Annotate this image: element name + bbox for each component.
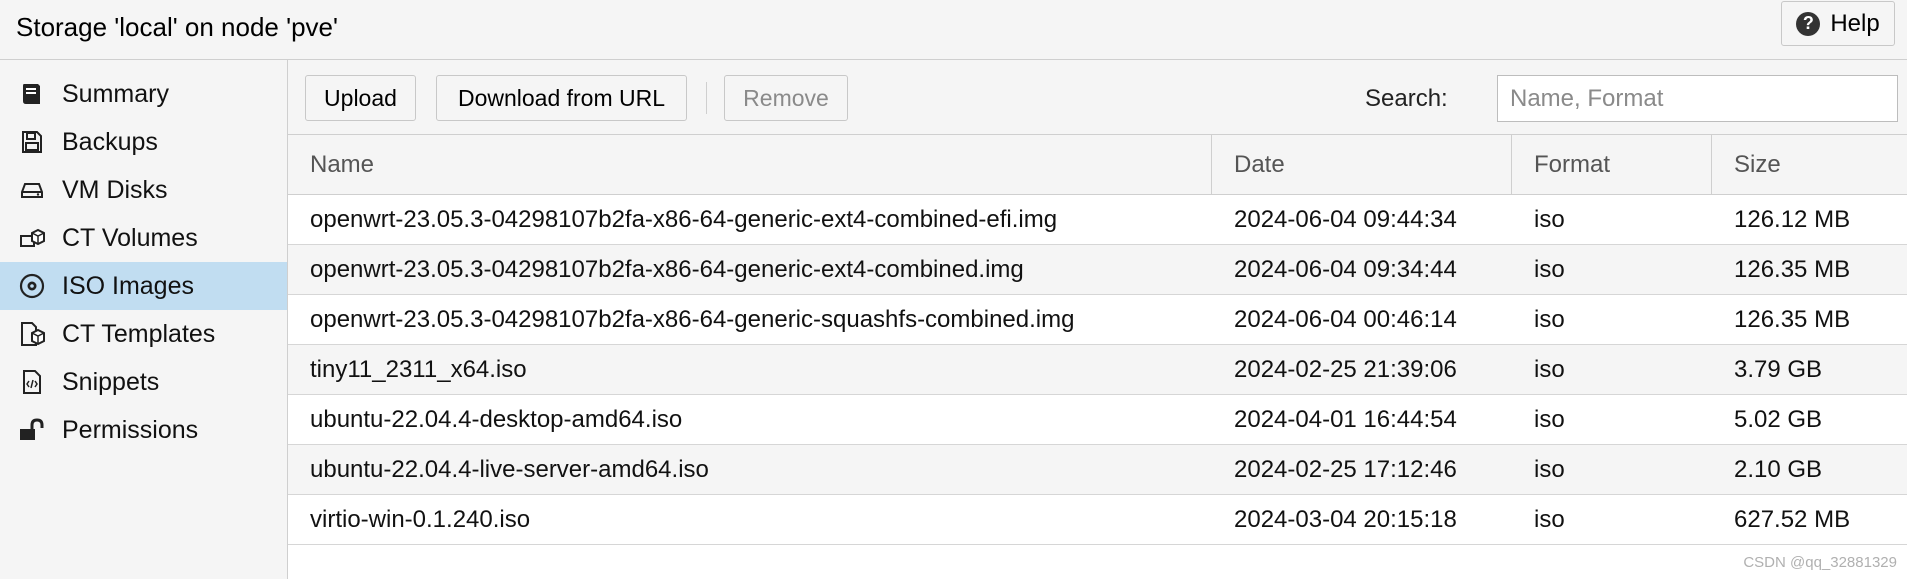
page-header: Storage 'local' on node 'pve' ? Help xyxy=(0,0,1907,60)
column-header-size[interactable]: Size xyxy=(1712,135,1907,194)
sidebar-item-backups[interactable]: Backups xyxy=(0,118,287,166)
toolbar-separator xyxy=(706,82,707,114)
table-row[interactable]: ubuntu-22.04.4-desktop-amd64.iso 2024-04… xyxy=(288,395,1907,445)
cell-name: ubuntu-22.04.4-live-server-amd64.iso xyxy=(310,455,709,483)
cell-date: 2024-06-04 00:46:14 xyxy=(1234,305,1457,333)
page-title: Storage 'local' on node 'pve' xyxy=(16,12,338,42)
container-disk-icon xyxy=(20,228,45,247)
table-row[interactable]: virtio-win-0.1.240.iso 2024-03-04 20:15:… xyxy=(288,495,1907,545)
cell-size: 627.52 MB xyxy=(1734,505,1851,533)
remove-button[interactable]: Remove xyxy=(724,75,848,121)
cell-date: 2024-04-01 16:44:54 xyxy=(1234,405,1457,433)
cell-format: iso xyxy=(1534,355,1565,383)
code-file-icon xyxy=(23,370,41,394)
template-file-icon xyxy=(21,322,45,346)
cell-date: 2024-03-04 20:15:18 xyxy=(1234,505,1457,533)
cell-name: openwrt-23.05.3-04298107b2fa-x86-64-gene… xyxy=(310,305,1075,333)
sidebar-item-label: Snippets xyxy=(62,367,160,396)
sidebar-item-label: Summary xyxy=(62,79,169,108)
sidebar-item-summary[interactable]: Summary xyxy=(0,70,287,118)
sidebar-item-permissions[interactable]: Permissions xyxy=(0,406,287,454)
floppy-disk-icon xyxy=(22,131,42,153)
table-row[interactable]: openwrt-23.05.3-04298107b2fa-x86-64-gene… xyxy=(288,195,1907,245)
cell-size: 126.35 MB xyxy=(1734,305,1851,333)
sidebar: Summary Backups VM Disks CT Volumes ISO … xyxy=(0,60,288,579)
cell-format: iso xyxy=(1534,505,1565,533)
watermark: CSDN @qq_32881329 xyxy=(1743,554,1897,571)
unlock-icon xyxy=(20,418,44,440)
sidebar-item-label: ISO Images xyxy=(62,271,194,300)
sidebar-item-label: VM Disks xyxy=(62,175,168,204)
cell-date: 2024-06-04 09:44:34 xyxy=(1234,205,1457,233)
help-button-label: Help xyxy=(1830,9,1880,37)
sidebar-item-iso-images[interactable]: ISO Images xyxy=(0,262,287,310)
cell-size: 2.10 GB xyxy=(1734,455,1823,483)
cell-size: 5.02 GB xyxy=(1734,405,1823,433)
book-icon xyxy=(23,84,40,104)
upload-button[interactable]: Upload xyxy=(305,75,416,121)
cell-format: iso xyxy=(1534,305,1565,333)
search-label: Search: xyxy=(1365,85,1448,112)
cell-format: iso xyxy=(1534,405,1565,433)
optical-disc-icon xyxy=(19,273,45,299)
sidebar-item-label: CT Volumes xyxy=(62,223,198,252)
search-input[interactable] xyxy=(1497,75,1898,122)
cell-size: 126.12 MB xyxy=(1734,205,1851,233)
cell-format: iso xyxy=(1534,205,1565,233)
column-header-date[interactable]: Date xyxy=(1212,135,1512,194)
cell-date: 2024-02-25 21:39:06 xyxy=(1234,355,1457,383)
sidebar-item-label: Backups xyxy=(62,127,158,156)
column-header-format[interactable]: Format xyxy=(1512,135,1712,194)
download-from-url-button[interactable]: Download from URL xyxy=(436,75,687,121)
cell-size: 126.35 MB xyxy=(1734,255,1851,283)
column-header-name[interactable]: Name xyxy=(288,135,1212,194)
question-circle-icon: ? xyxy=(1796,11,1821,36)
grid-header: Name Date Format Size xyxy=(288,135,1907,195)
sidebar-item-label: CT Templates xyxy=(62,319,216,348)
sidebar-item-label: Permissions xyxy=(62,415,199,444)
cell-date: 2024-02-25 17:12:46 xyxy=(1234,455,1457,483)
cell-name: openwrt-23.05.3-04298107b2fa-x86-64-gene… xyxy=(310,255,1024,283)
sidebar-item-vm-disks[interactable]: VM Disks xyxy=(0,166,287,214)
toolbar: Upload Download from URL Remove Search: xyxy=(288,60,1907,135)
cell-size: 3.79 GB xyxy=(1734,355,1823,383)
cell-name: virtio-win-0.1.240.iso xyxy=(310,505,531,533)
table-row[interactable]: openwrt-23.05.3-04298107b2fa-x86-64-gene… xyxy=(288,295,1907,345)
table-row[interactable]: tiny11_2311_x64.iso 2024-02-25 21:39:06 … xyxy=(288,345,1907,395)
table-row[interactable]: ubuntu-22.04.4-live-server-amd64.iso 202… xyxy=(288,445,1907,495)
cell-name: tiny11_2311_x64.iso xyxy=(310,355,527,383)
hard-drive-icon xyxy=(21,183,43,198)
table-row[interactable]: openwrt-23.05.3-04298107b2fa-x86-64-gene… xyxy=(288,245,1907,295)
cell-format: iso xyxy=(1534,455,1565,483)
help-button[interactable]: ? Help xyxy=(1781,1,1895,46)
sidebar-item-snippets[interactable]: Snippets xyxy=(0,358,287,406)
cell-format: iso xyxy=(1534,255,1565,283)
sidebar-item-ct-volumes[interactable]: CT Volumes xyxy=(0,214,287,262)
cell-date: 2024-06-04 09:34:44 xyxy=(1234,255,1457,283)
iso-images-grid: Name Date Format Size openwrt-23.05.3-04… xyxy=(288,135,1907,545)
cell-name: openwrt-23.05.3-04298107b2fa-x86-64-gene… xyxy=(310,205,1058,233)
cell-name: ubuntu-22.04.4-desktop-amd64.iso xyxy=(310,405,683,433)
sidebar-item-ct-templates[interactable]: CT Templates xyxy=(0,310,287,358)
